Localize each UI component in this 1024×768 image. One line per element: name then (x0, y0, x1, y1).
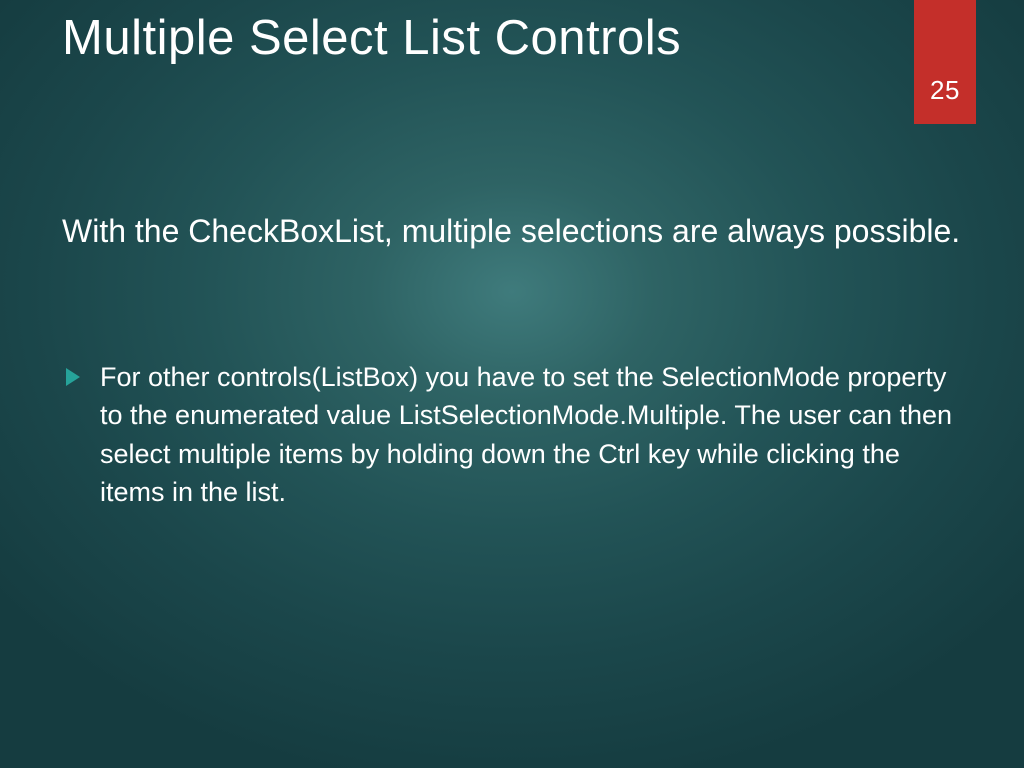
slide-intro-text: With the CheckBoxList, multiple selectio… (62, 210, 962, 253)
slide-title: Multiple Select List Controls (62, 10, 681, 66)
page-number: 25 (930, 75, 960, 106)
bullet-text: For other controls(ListBox) you have to … (100, 362, 952, 507)
bullet-list: For other controls(ListBox) you have to … (62, 358, 962, 511)
list-item: For other controls(ListBox) you have to … (62, 358, 962, 511)
triangle-bullet-icon (66, 368, 80, 386)
page-number-badge: 25 (914, 0, 976, 124)
